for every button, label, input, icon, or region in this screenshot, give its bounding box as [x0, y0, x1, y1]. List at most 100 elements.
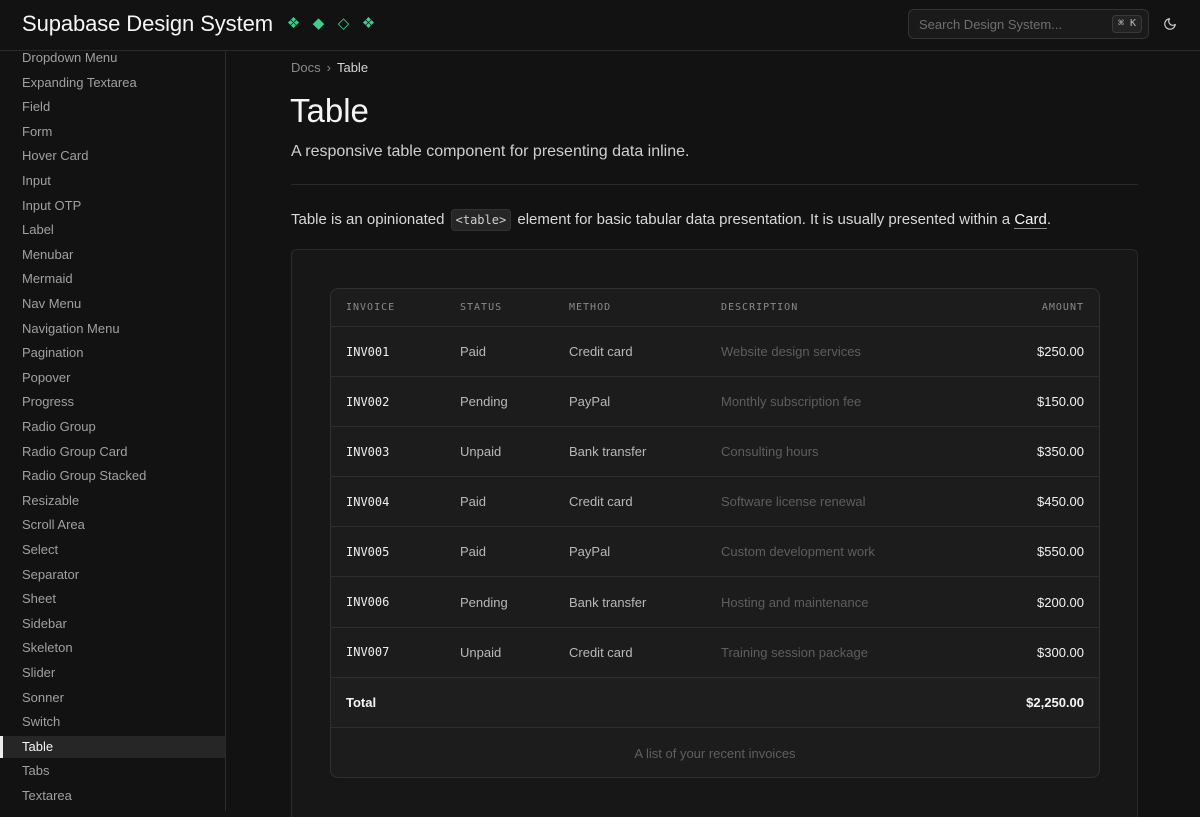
sidebar-item-select[interactable]: Select — [0, 539, 225, 561]
sidebar-item-sonner[interactable]: Sonner — [0, 687, 225, 709]
header-amount: AMOUNT — [1041, 302, 1084, 313]
header-description: DESCRIPTION — [721, 302, 799, 313]
divider — [291, 184, 1138, 185]
moon-icon — [1164, 18, 1176, 30]
sidebar-item-nav-menu[interactable]: Nav Menu — [0, 293, 225, 315]
cell-description: Custom development work — [721, 544, 875, 560]
sidebar-item-switch[interactable]: Switch — [0, 711, 225, 733]
diamond-filled-icon: ◆ — [312, 15, 325, 32]
cell-invoice: INV003 — [346, 444, 390, 459]
cell-method: Bank transfer — [569, 594, 647, 610]
invoice-table: INVOICE STATUS METHOD DESCRIPTION AMOUNT… — [330, 288, 1100, 778]
cell-status: Paid — [460, 544, 487, 560]
header-method: METHOD — [569, 302, 612, 313]
sidebar-item-slider[interactable]: Slider — [0, 662, 225, 684]
table-row: INV004 Paid Credit card Software license re… — [331, 477, 1099, 528]
sidebar-item-radio-group-card[interactable]: Radio Group Card — [0, 441, 225, 463]
sidebar-nav: Dropdown Menu Expanding Textarea Field Form… — [0, 51, 226, 811]
table-row: INV006 Pending Bank transfer Hosting and ma… — [331, 578, 1099, 628]
cell-invoice: INV005 — [346, 544, 390, 559]
cell-amount: $150.00 — [1037, 394, 1084, 410]
cell-status: Unpaid — [460, 644, 502, 660]
sidebar-item-separator[interactable]: Separator — [0, 564, 225, 586]
inline-code-table: <table> — [450, 209, 512, 231]
intro-text-middle: element for basic tabular data presentat… — [513, 211, 1015, 228]
page-title: Table — [290, 92, 369, 129]
sidebar-item-form[interactable]: Form — [0, 121, 225, 143]
table-row: INV007 Unpaid Credit card Training session … — [331, 628, 1099, 678]
sidebar-item-popover[interactable]: Popover — [0, 367, 225, 389]
cell-method: Credit card — [569, 644, 633, 660]
sidebar-item-table[interactable]: Table — [0, 735, 225, 758]
cell-invoice: INV001 — [346, 344, 390, 359]
cell-method: PayPal — [569, 544, 611, 560]
cell-status: Paid — [460, 344, 487, 359]
cell-status: Pending — [460, 394, 508, 410]
cell-invoice: INV002 — [346, 394, 390, 409]
sidebar-item-textarea[interactable]: Textarea — [0, 785, 225, 807]
cell-description: Monthly subscription fee — [721, 394, 862, 410]
intro-text-start: Table is an opinionated — [291, 211, 449, 228]
card-link[interactable]: Card — [1014, 211, 1047, 229]
cell-invoice: INV006 — [346, 595, 390, 609]
sidebar-item-radio-group[interactable]: Radio Group — [0, 416, 225, 438]
sidebar-item-field[interactable]: Field — [0, 96, 225, 118]
cell-description: Training session package — [721, 644, 868, 660]
cell-description: Website design services — [721, 344, 861, 359]
cell-description: Hosting and maintenance — [721, 594, 869, 610]
component-filled-icon: ❖ — [361, 15, 376, 32]
sidebar-item-tabs[interactable]: Tabs — [0, 760, 225, 782]
sidebar-item-radio-group-stacked[interactable]: Radio Group Stacked — [0, 465, 225, 487]
theme-toggle-button[interactable] — [1160, 14, 1180, 34]
table-row: INV005 Paid PayPal Custom development work $… — [331, 527, 1099, 578]
cell-status: Pending — [460, 594, 508, 610]
sidebar-item-input[interactable]: Input — [0, 170, 225, 192]
cell-status: Unpaid — [460, 444, 502, 460]
sidebar-item-pagination[interactable]: Pagination — [0, 342, 225, 364]
sidebar-item-menubar[interactable]: Menubar — [0, 244, 225, 266]
cell-amount: $350.00 — [1037, 444, 1084, 460]
table-footer-row: Total $2,250.00 — [331, 677, 1099, 728]
sidebar-item-hover-card[interactable]: Hover Card — [0, 145, 225, 167]
sidebar-item-scroll-area[interactable]: Scroll Area — [0, 514, 225, 536]
total-label: Total — [346, 694, 377, 710]
cell-amount: $450.00 — [1037, 494, 1084, 510]
table-header-row: INVOICE STATUS METHOD DESCRIPTION AMOUNT — [331, 289, 1099, 327]
top-header: Supabase Design System ❖ ◆ ◇ ❖ ⌘ K — [0, 0, 1200, 51]
sidebar-item-skeleton[interactable]: Skeleton — [0, 637, 225, 659]
table-row: INV002 Pending PayPal Monthly subscription … — [331, 377, 1099, 428]
brand-icons: ❖ ◆ ◇ ❖ — [285, 15, 377, 32]
sidebar-item-resizable[interactable]: Resizable — [0, 490, 225, 512]
sidebar-item-sheet[interactable]: Sheet — [0, 588, 225, 610]
cell-amount: $300.00 — [1037, 644, 1084, 660]
intro-text-end: . — [1046, 211, 1052, 228]
cell-method: Bank transfer — [569, 444, 647, 460]
sidebar-item-expanding-textarea[interactable]: Expanding Textarea — [0, 72, 225, 94]
breadcrumb-docs-link[interactable]: Docs — [291, 60, 321, 75]
brand-title[interactable]: Supabase Design System — [22, 11, 273, 37]
header-invoice: INVOICE — [346, 302, 396, 313]
sidebar-item-input-otp[interactable]: Input OTP — [0, 195, 225, 217]
cell-invoice: INV007 — [346, 645, 390, 660]
sidebar-item-dropdown-menu[interactable]: Dropdown Menu — [0, 51, 225, 69]
search-box[interactable]: ⌘ K — [908, 9, 1149, 39]
cell-amount: $200.00 — [1037, 594, 1084, 610]
cell-invoice: INV004 — [346, 494, 390, 509]
cell-amount: $550.00 — [1037, 544, 1084, 560]
sidebar-item-navigation-menu[interactable]: Navigation Menu — [0, 318, 225, 340]
cell-description: Consulting hours — [721, 444, 819, 460]
table-row: INV003 Unpaid Bank transfer Consulting hour… — [331, 427, 1099, 478]
cell-status: Paid — [460, 494, 487, 510]
sidebar-item-sidebar[interactable]: Sidebar — [0, 613, 225, 635]
diamond-outline-icon: ◇ — [337, 15, 350, 32]
cell-amount: $250.00 — [1037, 344, 1084, 359]
sidebar-item-progress[interactable]: Progress — [0, 391, 225, 413]
cell-method: Credit card — [569, 494, 633, 510]
chevron-right-icon: › — [326, 60, 331, 75]
cell-method: PayPal — [569, 394, 611, 410]
sidebar-item-label[interactable]: Label — [0, 219, 225, 241]
breadcrumb: Docs › Table — [291, 60, 368, 75]
page-subtitle: A responsive table component for present… — [291, 143, 690, 160]
search-input[interactable] — [909, 10, 1109, 38]
sidebar-item-mermaid[interactable]: Mermaid — [0, 268, 225, 290]
